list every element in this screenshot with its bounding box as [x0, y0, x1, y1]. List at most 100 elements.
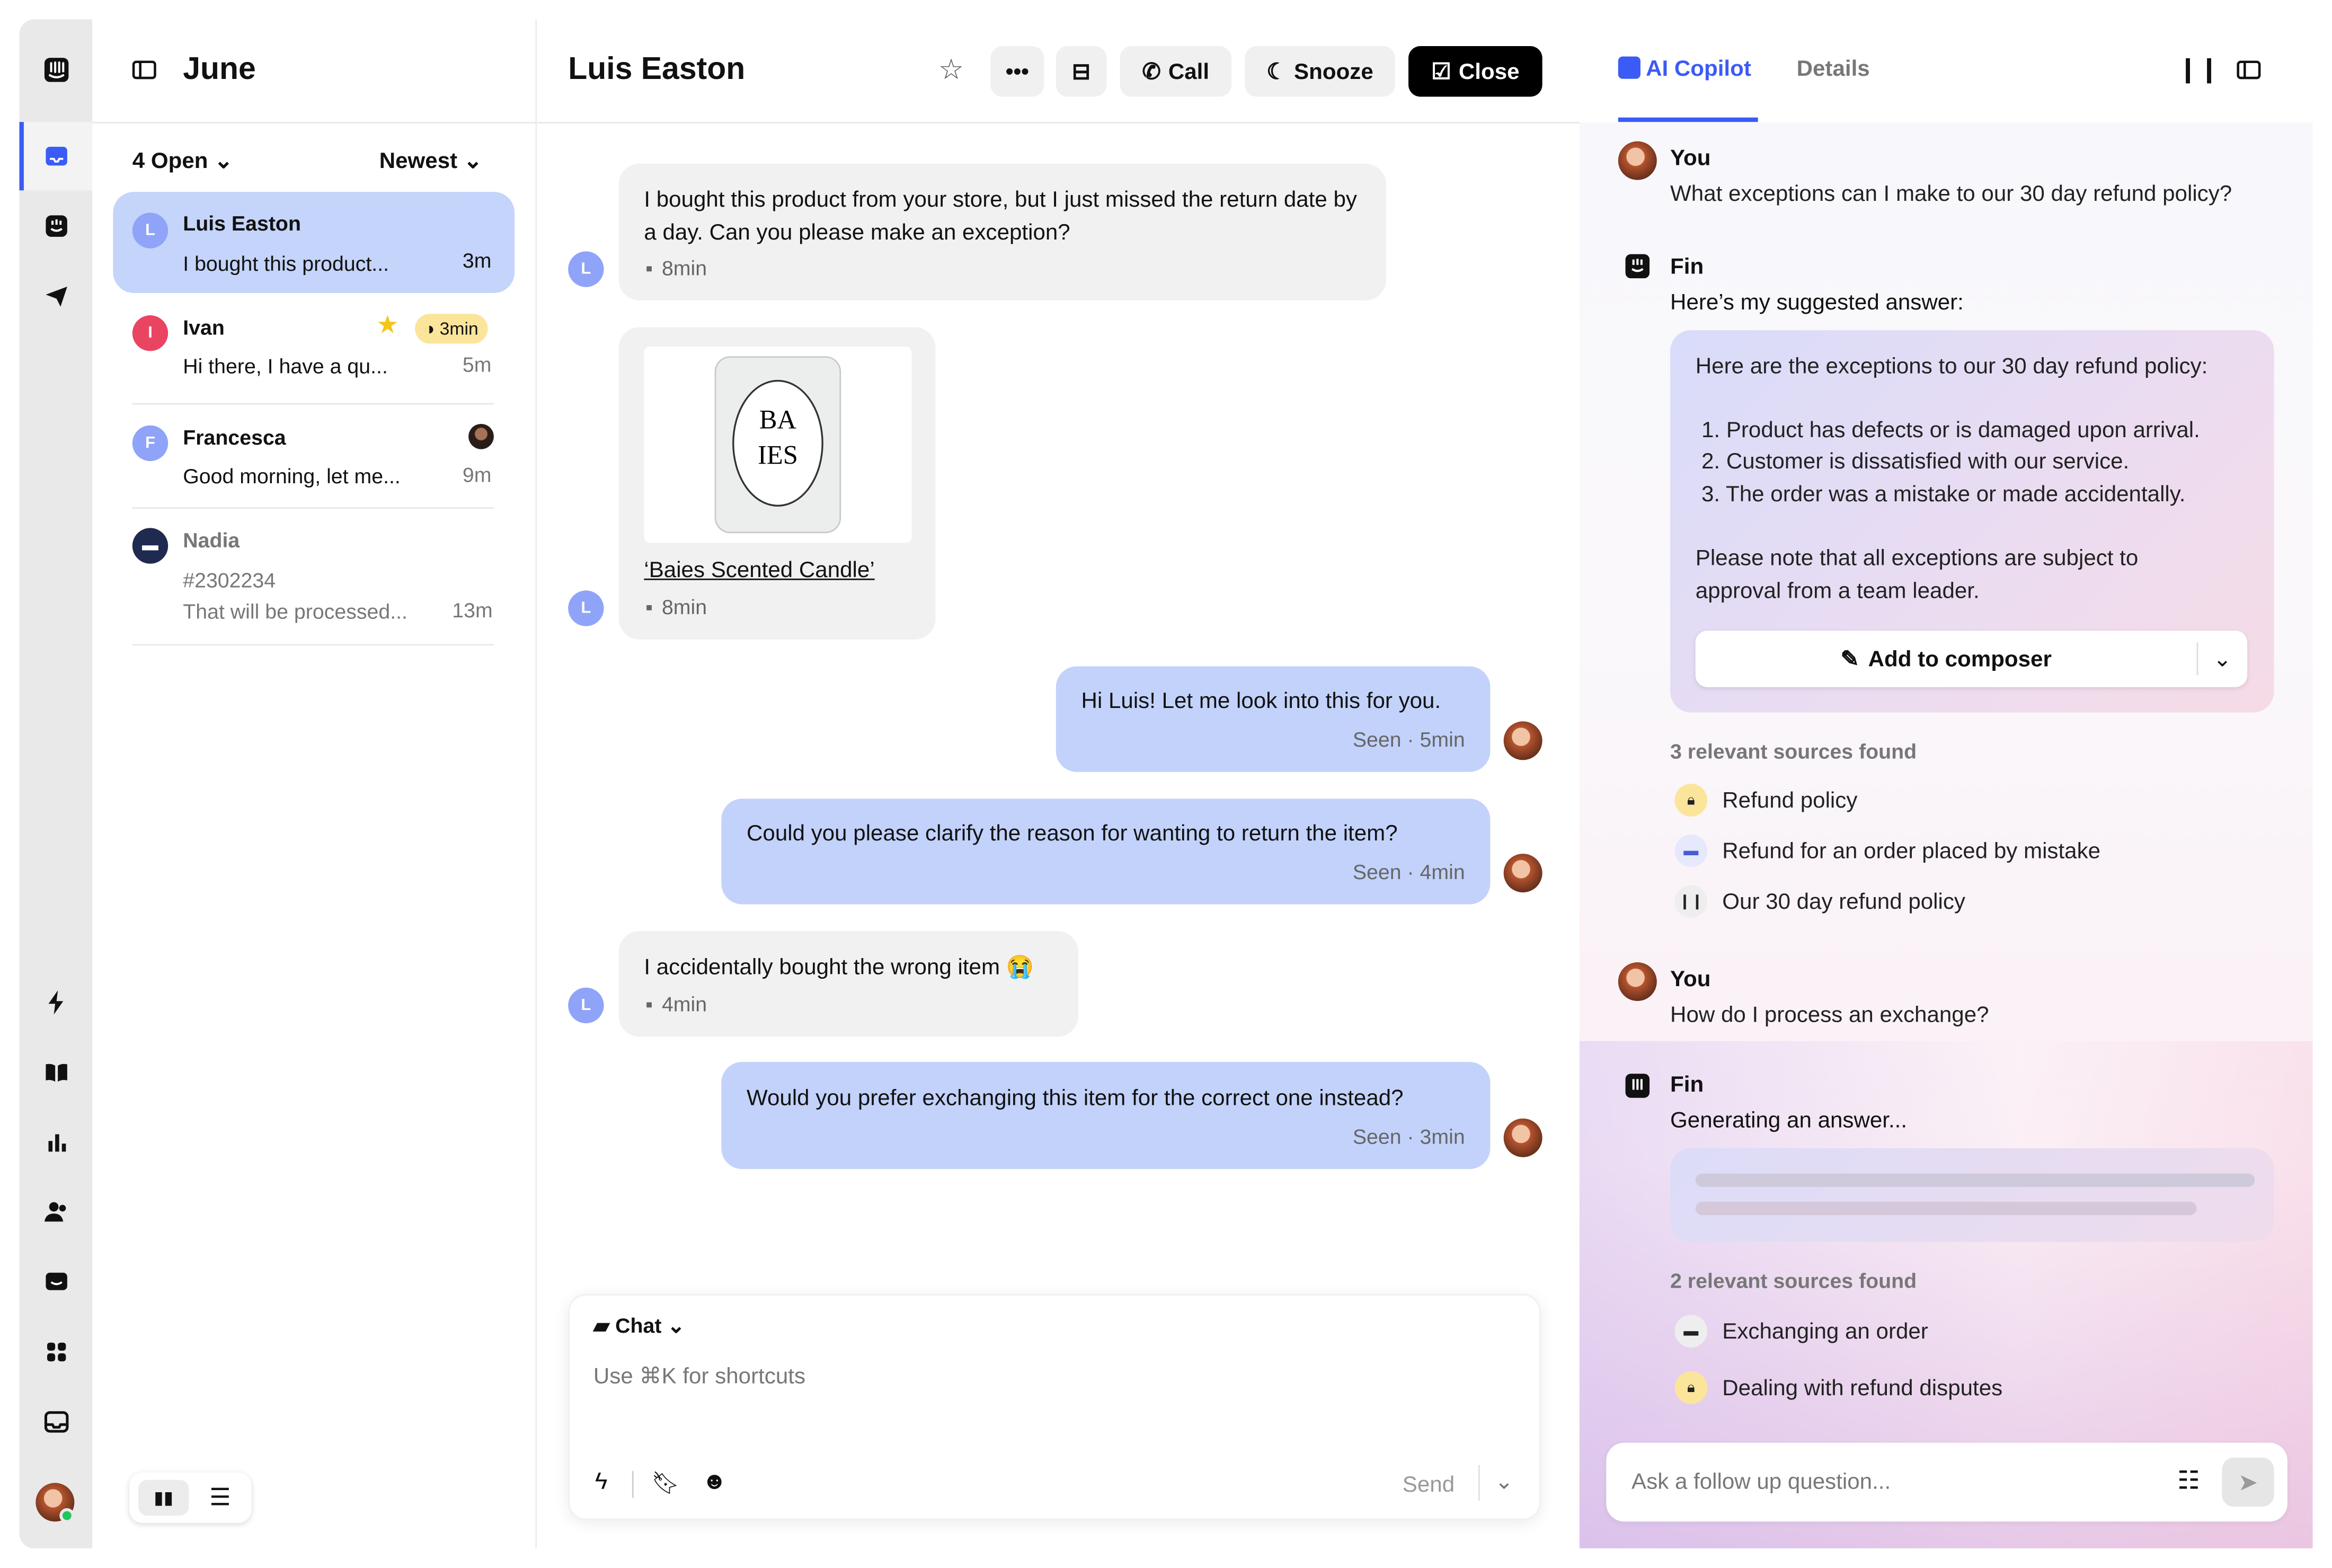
settings-sliders-icon[interactable]: ☷	[2177, 1467, 2200, 1496]
message-meta: ▪ 8min	[645, 255, 707, 280]
product-link[interactable]: ‘Baies Scented Candle’	[644, 558, 874, 583]
copilot-input-placeholder[interactable]: Ask a follow up question...	[1631, 1469, 1891, 1495]
loading-skeleton-line	[1695, 1173, 2255, 1187]
conversation-icon: ▬	[1674, 834, 1708, 867]
snooze-button[interactable]: ☾ Snooze	[1245, 46, 1395, 97]
conversation-item-luis-easton[interactable]	[113, 192, 515, 293]
divider	[632, 1470, 634, 1498]
close-button[interactable]: ☑ Close	[1408, 46, 1542, 97]
fin-icon	[1618, 56, 1641, 79]
conversation-preview: That will be processed...	[183, 599, 407, 624]
source-item[interactable]: ▬ Refund for an order placed by mistake	[1674, 834, 2100, 867]
tab-ai-copilot[interactable]: AI Copilot	[1618, 56, 1751, 82]
seen-status: Seen · 4min	[1352, 860, 1465, 884]
source-item[interactable]: 🔒︎ Dealing with refund disputes	[1674, 1371, 2002, 1404]
avatar: F	[132, 425, 169, 462]
message-author: Fin	[1670, 1072, 1704, 1098]
seen-status: Seen · 3min	[1352, 1124, 1465, 1148]
send-button[interactable]: Send	[1403, 1473, 1455, 1498]
bookmark-icon[interactable]: 🔖︎	[651, 1469, 679, 1496]
inbox-icon[interactable]	[19, 138, 92, 174]
message-text: Hi Luis! Let me look into this for you.	[1081, 688, 1441, 714]
conversation-time: 13m	[452, 598, 493, 622]
answer-heading: Here are the exceptions to our 30 day re…	[1695, 354, 2208, 379]
loading-skeleton-line	[1695, 1201, 2197, 1216]
split-view-button[interactable]: ▮▮	[138, 1480, 189, 1516]
contacts-people-icon[interactable]	[19, 1194, 92, 1230]
answer-item: 1. Product has defects or is damaged upo…	[1701, 418, 2200, 444]
fin-icon[interactable]	[19, 208, 92, 244]
conversation-preview: Hi there, I have a qu...	[183, 354, 388, 378]
call-button[interactable]: ✆ Call	[1120, 46, 1232, 97]
apps-grid-icon[interactable]	[19, 1334, 92, 1370]
answer-item: 2. Customer is dissatisfied with our ser…	[1701, 449, 2130, 475]
user-avatar	[1618, 141, 1657, 180]
conversation-name: Nadia	[183, 528, 240, 552]
emoji-icon[interactable]: ☻	[702, 1469, 727, 1496]
sort-dropdown[interactable]: Newest ⌄	[379, 147, 482, 174]
fin-logo-icon	[1618, 249, 1655, 284]
chat-channel-icon: ▪	[645, 255, 653, 280]
divider	[132, 644, 494, 646]
convert-ticket-button[interactable]: ⊟	[1056, 46, 1107, 97]
product-image[interactable]: BA IES	[644, 346, 912, 543]
source-item[interactable]: ❙❙ Our 30 day refund policy	[1674, 885, 1965, 918]
inbox-title: June	[183, 52, 256, 86]
svg-text:IES: IES	[758, 440, 798, 470]
conversation-preview: Good morning, let me...	[183, 464, 401, 488]
conversation-title: Luis Easton	[568, 52, 746, 86]
seen-status: Seen · 5min	[1352, 727, 1465, 751]
bolt-icon[interactable]: ϟ	[595, 1469, 608, 1496]
send-question-button[interactable]: ➤	[2222, 1457, 2274, 1507]
sources-label: 2 relevant sources found	[1670, 1269, 1917, 1293]
composer-input[interactable]: Use ⌘K for shortcuts	[593, 1362, 805, 1389]
add-to-composer-button[interactable]: ✎ Add to composer	[1695, 631, 2248, 687]
article-icon: ▬	[1674, 1315, 1708, 1348]
agent-avatar	[1503, 854, 1542, 893]
lock-icon: 🔒︎	[1674, 784, 1708, 817]
status-filter-dropdown[interactable]: 4 Open ⌄	[132, 147, 233, 174]
lock-icon: 🔒︎	[1674, 1371, 1708, 1404]
close-check-icon: ☑	[1431, 59, 1451, 85]
tab-details[interactable]: Details	[1797, 57, 1870, 82]
agent-avatar	[1503, 1118, 1542, 1157]
avatar: L	[568, 590, 604, 626]
answer-note: Please note that all exceptions are subj…	[1695, 546, 2139, 604]
channel-dropdown[interactable]: ▰ Chat ⌄	[593, 1313, 685, 1339]
intercom-logo-icon[interactable]	[19, 52, 92, 87]
divider	[132, 403, 494, 405]
toggle-sidebar-icon[interactable]	[127, 52, 162, 87]
star-outline-icon[interactable]: ☆	[938, 54, 964, 88]
header-divider	[92, 122, 1580, 123]
conversation-item-francesca[interactable]	[113, 407, 515, 506]
messages-icon[interactable]	[19, 1264, 92, 1300]
source-item[interactable]: 🔒︎ Refund policy	[1674, 784, 1857, 817]
phone-icon: ✆	[1142, 59, 1161, 85]
outbound-send-icon[interactable]	[19, 278, 92, 314]
timer-icon: ◑	[423, 318, 435, 339]
knowledge-book-icon[interactable]	[19, 1055, 92, 1090]
tray-inbox-icon[interactable]	[19, 1404, 92, 1440]
source-item[interactable]: ▬ Exchanging an order	[1674, 1315, 1928, 1348]
list-view-button[interactable]: ☰	[198, 1480, 242, 1516]
more-options-button[interactable]: •••	[990, 46, 1044, 97]
ticket-icon: ▬	[132, 528, 169, 564]
edit-icon: ✎	[1840, 646, 1859, 672]
message-text: I accidentally bought the wrong item 😭	[644, 954, 1034, 980]
panel-layout-icon[interactable]	[2231, 52, 2266, 87]
avatar: L	[568, 251, 604, 287]
add-options-chevron-icon[interactable]: ⌄	[2213, 645, 2232, 672]
question-text: How do I process an exchange?	[1670, 1002, 1989, 1028]
assignee-avatar	[468, 423, 494, 449]
reports-chart-icon[interactable]	[19, 1124, 92, 1160]
online-status-dot	[59, 1508, 75, 1523]
avatar: I	[132, 315, 169, 351]
book-icon[interactable]: ❙❙	[2177, 55, 2220, 85]
conversation-time: 9m	[462, 462, 492, 486]
bolt-icon[interactable]	[19, 985, 92, 1020]
list-icon: ☰	[209, 1485, 231, 1511]
conversation-time: 5m	[462, 352, 492, 377]
sources-label: 3 relevant sources found	[1670, 739, 1917, 763]
send-options-chevron-icon[interactable]: ⌄	[1495, 1468, 1513, 1495]
customer-message	[618, 931, 1078, 1037]
